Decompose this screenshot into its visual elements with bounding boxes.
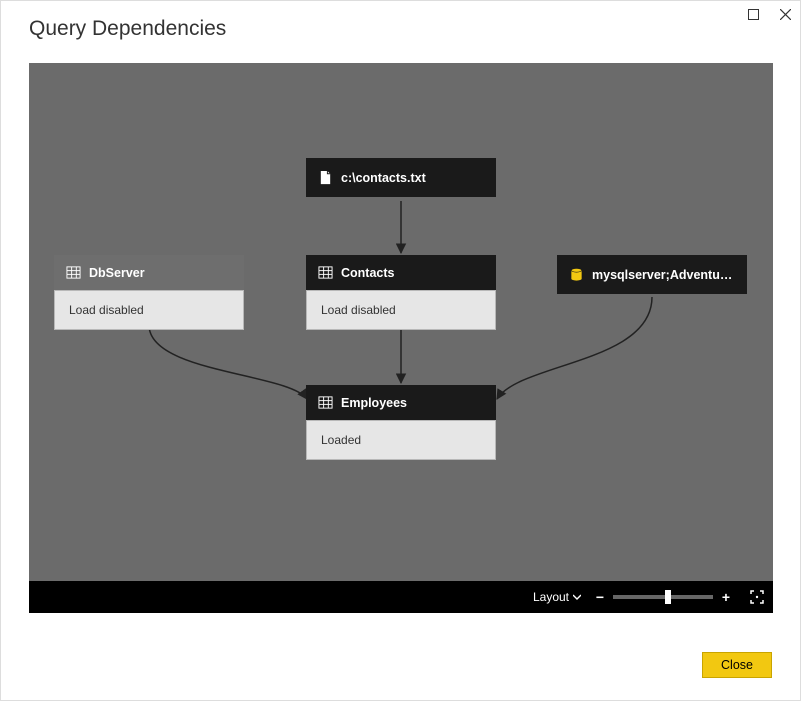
fit-icon [749, 589, 765, 605]
zoom-out-button[interactable]: − [593, 590, 607, 604]
node-status: Load disabled [54, 290, 244, 330]
maximize-icon [748, 9, 759, 20]
chevron-down-icon [573, 593, 581, 601]
table-icon [66, 265, 81, 280]
layout-label: Layout [533, 590, 569, 604]
titlebar-controls [744, 5, 794, 23]
node-label: mysqlserver;AdventureWor... [592, 268, 735, 282]
zoom-controls: − + [593, 589, 765, 605]
maximize-button[interactable] [744, 5, 762, 23]
table-icon [318, 265, 333, 280]
dialog-footer: Close [702, 652, 772, 678]
dependency-canvas[interactable]: c:\contacts.txt DbServer Load disabled [29, 63, 773, 581]
dialog-title: Query Dependencies [29, 17, 226, 41]
file-icon [318, 170, 333, 185]
layout-dropdown[interactable]: Layout [533, 590, 581, 604]
node-dbserver[interactable]: DbServer Load disabled [54, 255, 244, 330]
node-label: c:\contacts.txt [341, 171, 426, 185]
node-header: Contacts [306, 255, 496, 290]
zoom-in-button[interactable]: + [719, 590, 733, 604]
database-icon [569, 267, 584, 282]
node-header: DbServer [54, 255, 244, 290]
node-status: Loaded [306, 420, 496, 460]
fit-to-screen-button[interactable] [749, 589, 765, 605]
node-contacts-file[interactable]: c:\contacts.txt [306, 158, 496, 197]
zoom-slider-thumb[interactable] [665, 590, 671, 604]
node-contacts[interactable]: Contacts Load disabled [306, 255, 496, 330]
node-header: c:\contacts.txt [306, 158, 496, 197]
node-label: Employees [341, 396, 407, 410]
node-employees[interactable]: Employees Loaded [306, 385, 496, 460]
dialog-window: Query Dependencies [0, 0, 801, 701]
node-header: Employees [306, 385, 496, 420]
node-status: Load disabled [306, 290, 496, 330]
close-icon [780, 9, 791, 20]
zoom-slider[interactable] [613, 595, 713, 599]
dependency-canvas-wrap: c:\contacts.txt DbServer Load disabled [29, 63, 773, 613]
node-db-source[interactable]: mysqlserver;AdventureWor... [557, 255, 747, 294]
table-icon [318, 395, 333, 410]
close-button[interactable]: Close [702, 652, 772, 678]
node-header: mysqlserver;AdventureWor... [557, 255, 747, 294]
close-window-button[interactable] [776, 5, 794, 23]
node-label: DbServer [89, 266, 145, 280]
canvas-toolbar: Layout − + [29, 581, 773, 613]
node-label: Contacts [341, 266, 394, 280]
